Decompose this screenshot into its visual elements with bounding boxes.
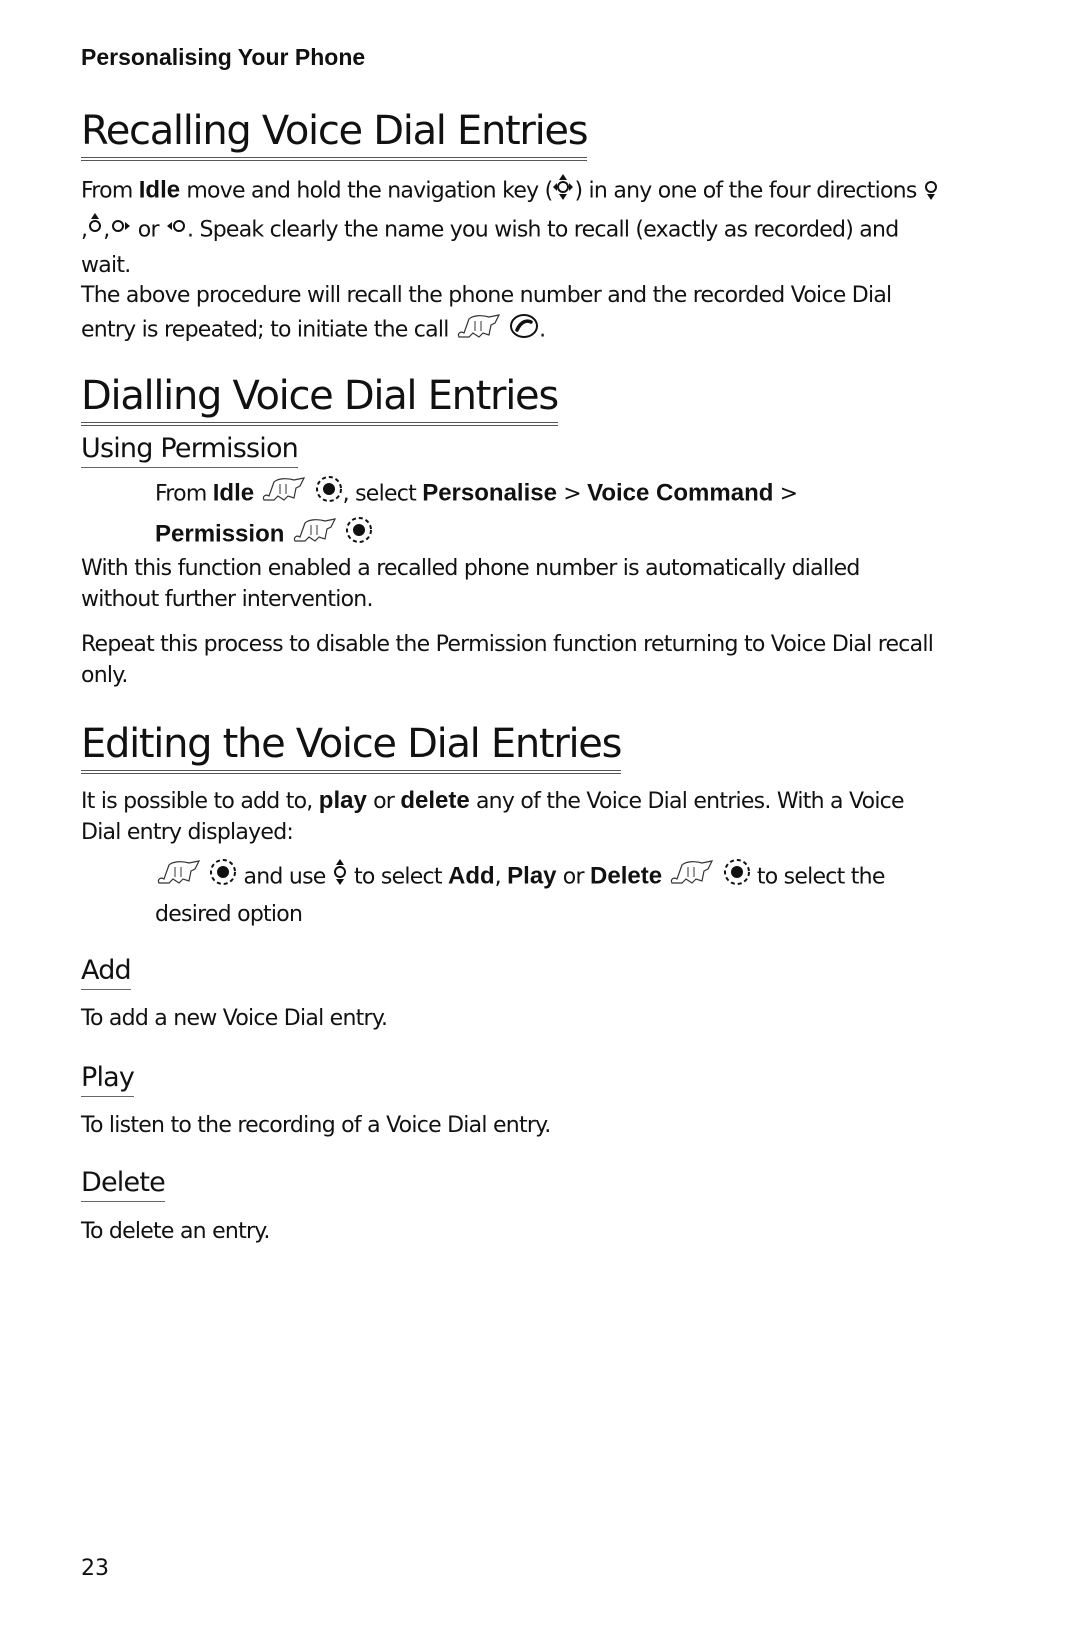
- text: or: [366, 789, 401, 814]
- menu-voice-command: Voice Command: [587, 479, 774, 507]
- page-number: 23: [81, 1556, 109, 1581]
- hand-press-icon: [668, 857, 716, 898]
- text: ) in any one of the four directions: [574, 178, 923, 204]
- idle-label: Idle: [138, 176, 181, 204]
- delete-label: delete: [400, 787, 470, 814]
- dialling-paragraph-2: Repeat this process to disable the Permi…: [81, 632, 934, 688]
- recalling-paragraph-1: From Idle move and hold the navigation k…: [81, 172, 941, 281]
- subheading-delete: Delete: [81, 1166, 166, 1202]
- play-label: play: [318, 787, 367, 814]
- editing-instruction: and use to select Add, Play or Delete to…: [155, 857, 945, 932]
- subheading-using-permission: Using Permission: [81, 432, 299, 468]
- nav-up-icon: [87, 211, 103, 250]
- text: . Speak clearly the name you wish to rec…: [81, 217, 899, 279]
- editing-paragraph-1: It is possible to add to, play or delete…: [81, 785, 941, 848]
- navigation-key-icon: [552, 172, 574, 211]
- call-key-icon: [509, 313, 539, 348]
- text: or: [131, 217, 165, 243]
- permission-instruction: From Idle , select Personalise > Voice C…: [155, 474, 945, 556]
- text: .: [539, 317, 546, 343]
- nav-down-icon: [923, 172, 939, 211]
- select-key-icon: [345, 516, 373, 555]
- nav-right-icon: [110, 211, 132, 250]
- nav-up-down-icon: [332, 857, 348, 898]
- option-add-description: To add a new Voice Dial entry.: [81, 1006, 388, 1031]
- text: >: [556, 481, 588, 507]
- option-play-description: To listen to the recording of a Voice Di…: [81, 1113, 551, 1138]
- hand-press-icon: [455, 311, 503, 350]
- option-delete-description: To delete an entry.: [81, 1219, 270, 1244]
- dialling-paragraph-1: With this function enabled a recalled ph…: [81, 556, 860, 612]
- text: or: [556, 864, 591, 890]
- option-delete-label: Delete: [590, 862, 663, 890]
- text: ,: [494, 864, 508, 890]
- option-add-label: Add: [448, 862, 495, 890]
- nav-left-icon: [165, 211, 187, 250]
- idle-label: Idle: [212, 479, 255, 507]
- select-key-icon: [315, 475, 343, 514]
- subheading-add: Add: [81, 954, 132, 990]
- text: From: [155, 481, 213, 507]
- text: From: [81, 178, 139, 204]
- select-key-icon: [723, 858, 751, 897]
- menu-personalise: Personalise: [422, 479, 557, 507]
- text: and use: [237, 864, 332, 890]
- text: It is possible to add to,: [81, 789, 319, 814]
- hand-press-icon: [291, 515, 339, 556]
- hand-press-icon: [155, 857, 203, 898]
- select-key-icon: [209, 858, 237, 897]
- hand-press-icon: [260, 474, 308, 515]
- recalling-paragraph-2: The above procedure will recall the phon…: [81, 280, 941, 350]
- text: move and hold the navigation key (: [180, 178, 553, 204]
- running-head: Personalising Your Phone: [81, 44, 366, 70]
- text: >: [773, 481, 798, 507]
- heading-editing: Editing the Voice Dial Entries: [81, 720, 622, 774]
- option-play-label: Play: [507, 862, 557, 890]
- text: , select: [342, 481, 423, 507]
- subheading-play: Play: [81, 1061, 135, 1097]
- text: to select: [347, 864, 448, 890]
- menu-permission: Permission: [155, 520, 285, 548]
- heading-dialling: Dialling Voice Dial Entries: [81, 372, 559, 426]
- heading-recalling: Recalling Voice Dial Entries: [81, 107, 589, 161]
